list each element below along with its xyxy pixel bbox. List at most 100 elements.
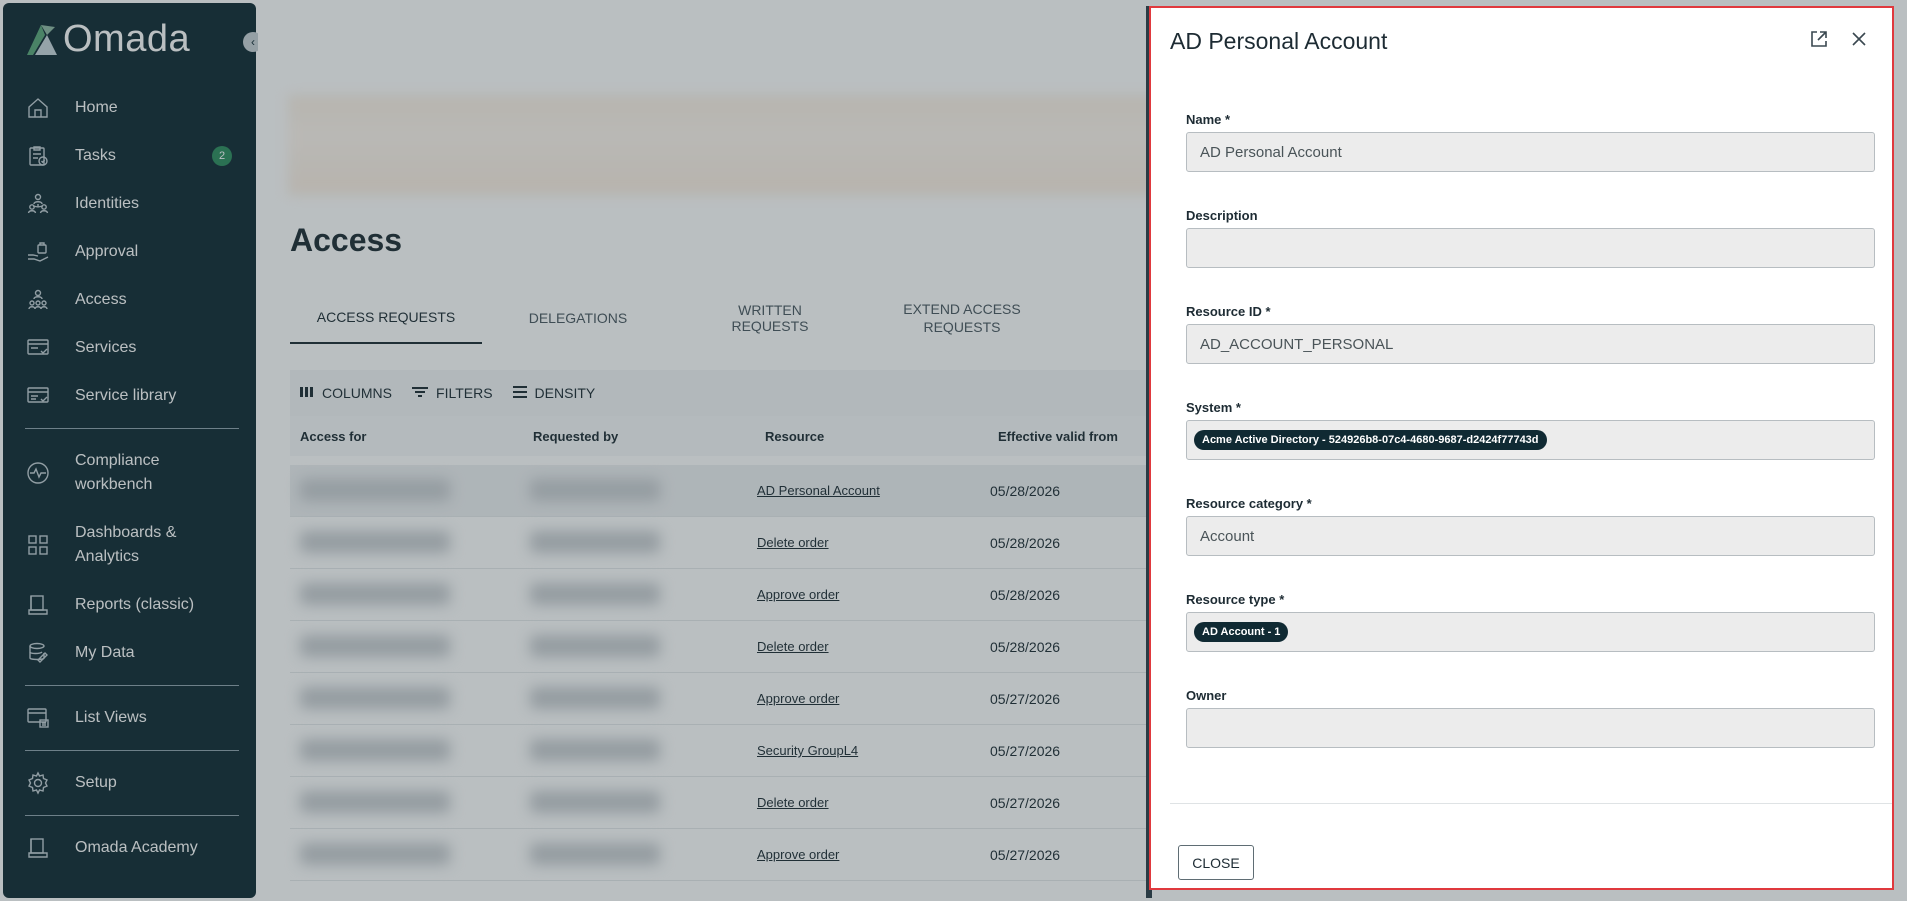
name-input[interactable]: AD Personal Account (1186, 132, 1875, 172)
sidebar: Omada Home Tasks 2 Identities Approval A… (0, 0, 263, 901)
tab-bar: ACCESS REQUESTS DELEGATIONS WRITTEN REQU… (290, 292, 1058, 344)
column-header-resource[interactable]: Resource (765, 429, 824, 444)
nav-label: Approval (75, 243, 139, 260)
description-label: Description (1186, 208, 1258, 223)
nav-item-list-views[interactable]: List Views (25, 694, 239, 742)
effective-date-cell: 05/27/2026 (990, 795, 1061, 811)
nav-label: Services (75, 339, 137, 356)
nav-item-my-data[interactable]: My Data (25, 629, 239, 677)
nav-item-access[interactable]: Access (25, 276, 239, 324)
table-row[interactable]: Approve order 05/27/2026 (290, 673, 1290, 725)
blurred-requested-by-cell (530, 843, 660, 865)
resource-link[interactable]: Approve order (757, 691, 839, 706)
grid-header: Access for Requested by Resource Effecti… (290, 416, 1290, 456)
nav-divider (25, 685, 239, 686)
tasks-count-badge: 2 (212, 146, 232, 166)
columns-label: COLUMNS (322, 385, 393, 401)
resource-link[interactable]: AD Personal Account (757, 483, 880, 498)
blurred-requested-by-cell (530, 791, 660, 813)
blurred-requested-by-cell (530, 531, 660, 553)
column-header-requested-by[interactable]: Requested by (533, 429, 618, 444)
resource-id-field: Resource ID * AD_ACCOUNT_PERSONAL (1186, 304, 1875, 364)
close-button[interactable]: CLOSE (1178, 845, 1254, 880)
owner-label: Owner (1186, 688, 1227, 703)
blurred-access-for-cell (300, 843, 450, 865)
nav-item-setup[interactable]: Setup (25, 759, 239, 807)
nav-item-identities[interactable]: Identities (25, 180, 239, 228)
nav-item-compliance-workbench[interactable]: Compliance workbench (25, 437, 239, 509)
nav-label: Dashboards & Analytics (75, 524, 177, 565)
density-button[interactable]: DENSITY (512, 385, 596, 401)
filters-button[interactable]: FILTERS (412, 385, 493, 401)
tab-written-requests[interactable]: WRITTEN REQUESTS (674, 292, 866, 344)
table-row[interactable]: Delete order 05/28/2026 (290, 517, 1290, 569)
nav-item-tasks[interactable]: Tasks 2 (25, 132, 239, 180)
tab-access-requests[interactable]: ACCESS REQUESTS (290, 292, 482, 344)
resource-link[interactable]: Approve order (757, 847, 839, 862)
home-icon (25, 95, 51, 121)
nav-item-omada-academy[interactable]: Omada Academy (25, 824, 239, 872)
nav-item-dashboards-analytics[interactable]: Dashboards & Analytics (25, 509, 239, 581)
blurred-access-for-cell (300, 791, 450, 813)
my-data-icon (25, 640, 51, 666)
description-field: Description (1186, 208, 1875, 268)
blurred-requested-by-cell (530, 739, 660, 761)
nav-label: Tasks (75, 147, 116, 164)
owner-input[interactable] (1186, 708, 1875, 748)
table-row[interactable]: Approve order 05/27/2026 (290, 829, 1290, 881)
nav-label: Identities (75, 195, 140, 212)
services-icon (25, 335, 51, 361)
blurred-requested-by-cell (530, 583, 660, 605)
resource-link[interactable]: Approve order (757, 587, 839, 602)
nav-item-approval[interactable]: Approval (25, 228, 239, 276)
density-label: DENSITY (534, 385, 596, 401)
tab-extend-access-requests[interactable]: EXTEND ACCESS REQUESTS (866, 292, 1058, 344)
resource-type-input[interactable]: AD Account - 1 (1186, 612, 1875, 652)
nav-label: Omada Academy (75, 839, 198, 856)
nav-label: List Views (75, 709, 147, 726)
gear-icon (25, 770, 51, 796)
table-row[interactable]: Delete order 05/28/2026 (290, 621, 1290, 673)
main-nav: Home Tasks 2 Identities Approval Access (25, 84, 239, 872)
blurred-access-for-cell (300, 531, 450, 553)
tasks-icon (25, 143, 51, 169)
resource-link[interactable]: Delete order (757, 639, 829, 654)
resource-id-label: Resource ID * (1186, 304, 1271, 319)
nav-item-reports[interactable]: Reports (classic) (25, 581, 239, 629)
resource-category-label: Resource category * (1186, 496, 1312, 511)
close-dialog-button[interactable] (1848, 30, 1870, 52)
resource-id-input[interactable]: AD_ACCOUNT_PERSONAL (1186, 324, 1875, 364)
table-row[interactable]: AD Personal Account 05/28/2026 (290, 465, 1290, 517)
table-row[interactable]: Security GroupL4 05/27/2026 (290, 725, 1290, 777)
nav-item-services[interactable]: Services (25, 324, 239, 372)
nav-label: Reports (classic) (75, 596, 195, 613)
resource-link[interactable]: Delete order (757, 795, 829, 810)
name-field: Name * AD Personal Account (1186, 112, 1875, 172)
resource-category-input[interactable]: Account (1186, 516, 1875, 556)
system-input[interactable]: Acme Active Directory - 524926b8-07c4-46… (1186, 420, 1875, 460)
table-row[interactable]: Approve order 05/28/2026 (290, 569, 1290, 621)
nav-item-home[interactable]: Home (25, 84, 239, 132)
tab-delegations[interactable]: DELEGATIONS (482, 292, 674, 344)
column-header-access-for[interactable]: Access for (300, 429, 366, 444)
resource-link[interactable]: Security GroupL4 (757, 743, 858, 758)
filters-label: FILTERS (436, 385, 493, 401)
effective-date-cell: 05/27/2026 (990, 743, 1061, 759)
omada-logo[interactable]: Omada (25, 17, 190, 61)
effective-date-cell: 05/28/2026 (990, 483, 1061, 499)
table-row[interactable]: Delete order 05/27/2026 (290, 777, 1290, 829)
access-icon (25, 287, 51, 313)
nav-label: Service library (75, 387, 177, 404)
description-input[interactable] (1186, 228, 1875, 268)
column-header-effective-valid-from[interactable]: Effective valid from (998, 429, 1118, 444)
filter-icon (412, 385, 429, 401)
columns-button[interactable]: COLUMNS (300, 385, 392, 401)
grid-body: AD Personal Account 05/28/2026 Delete orde… (290, 465, 1290, 881)
grid-toolbar: COLUMNS FILTERS DENSITY (290, 370, 1290, 416)
open-in-new-window-button[interactable] (1808, 30, 1830, 52)
blurred-requested-by-cell (530, 479, 660, 501)
resource-link[interactable]: Delete order (757, 535, 829, 550)
nav-item-service-library[interactable]: Service library (25, 372, 239, 420)
system-label: System * (1186, 400, 1241, 415)
compliance-icon (25, 460, 51, 486)
